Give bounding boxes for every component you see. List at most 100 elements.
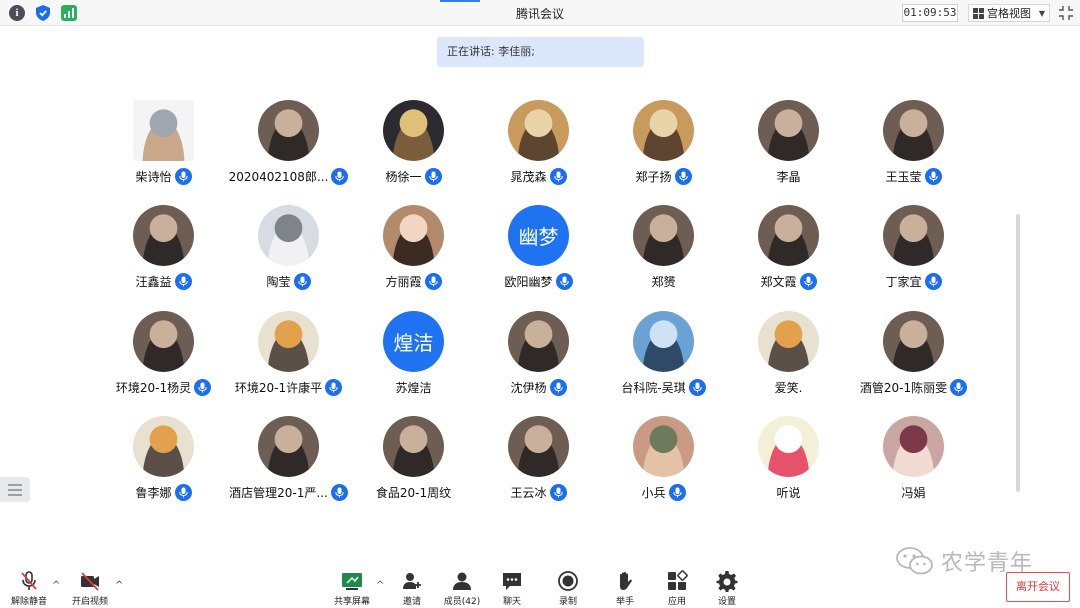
participant-tile[interactable]: 李晶 [726,100,851,195]
participant-tile[interactable]: 沈伊杨 [476,311,601,406]
mic-icon [555,272,573,290]
participant-tile[interactable]: 郑子扬 [601,100,726,195]
participant-tile[interactable]: 环境20-1杨灵 [101,311,226,406]
photo-avatar [133,205,194,266]
mic-icon [325,378,343,396]
participant-tile[interactable]: 酒店管理20-1严... [226,416,351,511]
participant-tile[interactable]: 鲁李娜 [101,416,226,511]
participant-name-row: 食品20-1周纹 [351,482,476,502]
mic-icon [924,272,942,290]
participant-name: 郑子扬 [635,169,672,184]
participant-tile[interactable]: 冯娟 [851,416,976,511]
baby-avatar [383,205,444,266]
participant-tile[interactable]: 小兵 [601,416,726,511]
invite-button[interactable]: 邀请 [386,570,438,607]
participant-name-row: 柴诗怡 [101,166,226,186]
share-options-chevron-icon[interactable]: ^ [376,580,384,591]
invite-icon [403,573,421,589]
mic-icon [924,167,942,185]
participant-tile[interactable]: 王玉莹 [851,100,976,195]
camera-off-icon [81,572,99,591]
participant-list-toggle[interactable] [0,477,30,502]
start-video-button[interactable]: 开启视频 [64,570,116,607]
participant-name-row: 沈伊杨 [476,377,601,397]
raise-hand-button[interactable]: 举手 [599,570,651,607]
raise-hand-label: 举手 [615,597,634,607]
participant-name: 环境20-1杨灵 [115,380,192,395]
participant-tile[interactable]: 听说 [726,416,851,511]
mic-icon [950,378,968,396]
chat-button[interactable]: 聊天 [486,570,538,607]
video-options-chevron-icon[interactable]: ^ [115,580,123,591]
participant-tile[interactable]: 爱笑. [726,311,851,406]
participant-tile[interactable]: 晁茂森 [476,100,601,195]
participant-tile[interactable]: 台科院-吴琪 [601,311,726,406]
mic-icon [668,483,686,501]
apps-label: 应用 [667,597,686,607]
avatar: 煌洁 [383,311,444,372]
participant-name-row: 爱笑. [726,377,851,397]
participant-tile[interactable]: 幽梦 欧阳幽梦 [476,205,601,300]
apps-button[interactable]: 应用 [651,570,703,607]
mic-icon [330,483,348,501]
members-button[interactable]: 成员(42) [436,570,488,607]
settings-label: 设置 [717,597,736,607]
scrollbar[interactable] [1016,214,1020,492]
participant-tile[interactable]: 环境20-1许康平 [226,311,351,406]
mic-muted-icon [21,571,37,590]
participant-name: 陶莹 [266,274,291,289]
participant-name-row: 苏煌洁 [351,377,476,397]
audio-options-chevron-icon[interactable]: ^ [52,580,60,591]
participant-tile[interactable]: 丁家宜 [851,205,976,300]
mic-icon [688,378,706,396]
participant-name-row: 汪鑫益 [101,271,226,291]
mic-icon [674,167,692,185]
participant-tile[interactable]: 郑文霞 [726,205,851,300]
participant-name-row: 酒管20-1陈丽雯 [851,377,976,397]
participant-name: 王玉莹 [885,169,922,184]
photo-avatar [633,205,694,266]
share-screen-button[interactable]: 共享屏幕 [326,570,378,607]
participant-name: 汪鑫益 [135,274,172,289]
participant-tile[interactable]: 煌洁 苏煌洁 [351,311,476,406]
photo-avatar [383,416,444,477]
participant-tile[interactable]: 酒管20-1陈丽雯 [851,311,976,406]
hand-icon [620,571,632,590]
photo-avatar [258,416,319,477]
participant-name: 2020402108郎... [228,169,329,184]
record-button[interactable]: 录制 [542,570,594,607]
participant-tile[interactable]: 陶莹 [226,205,351,300]
participant-tile[interactable]: 王云冰 [476,416,601,511]
photo-avatar [758,205,819,266]
participant-tile[interactable]: 食品20-1周纹 [351,416,476,511]
participant-tile[interactable]: 杨徐一 [351,100,476,195]
start-video-label: 开启视频 [71,597,108,607]
participant-name-row: 鲁李娜 [101,482,226,502]
participant-name: 晁茂森 [510,169,547,184]
cartoon-avatar [758,311,819,372]
view-mode-dropdown[interactable]: 宫格视图 ▼ [968,4,1050,22]
meeting-timer: 01:09:53 [902,4,958,22]
sky-avatar [633,311,694,372]
share-screen-label: 共享屏幕 [333,597,370,607]
leave-meeting-button[interactable]: 离开会议 [1006,572,1070,602]
mic-icon [293,272,311,290]
participant-tile[interactable]: 方丽霞 [351,205,476,300]
participant-name-row: 王云冰 [476,482,601,502]
participant-tile[interactable]: 郑赟 [601,205,726,300]
fullscreen-icon[interactable] [1058,5,1074,21]
unmute-button[interactable]: 解除静音 [3,570,55,607]
participant-tile[interactable]: 2020402108郎... [226,100,351,195]
mic-icon [174,272,192,290]
participant-name: 小兵 [641,485,666,500]
participant-name: 酒管20-1陈丽雯 [859,380,948,395]
dog-avatar [508,100,569,161]
mic-icon [424,167,442,185]
participant-name-row: 陶莹 [226,271,351,291]
participant-name-row: 酒店管理20-1严... [226,482,351,502]
settings-button[interactable]: 设置 [701,570,753,607]
participant-tile[interactable]: 柴诗怡 [101,100,226,195]
participant-name-row: 2020402108郎... [226,166,351,186]
participant-tile[interactable]: 汪鑫益 [101,205,226,300]
participant-name: 王云冰 [510,485,547,500]
